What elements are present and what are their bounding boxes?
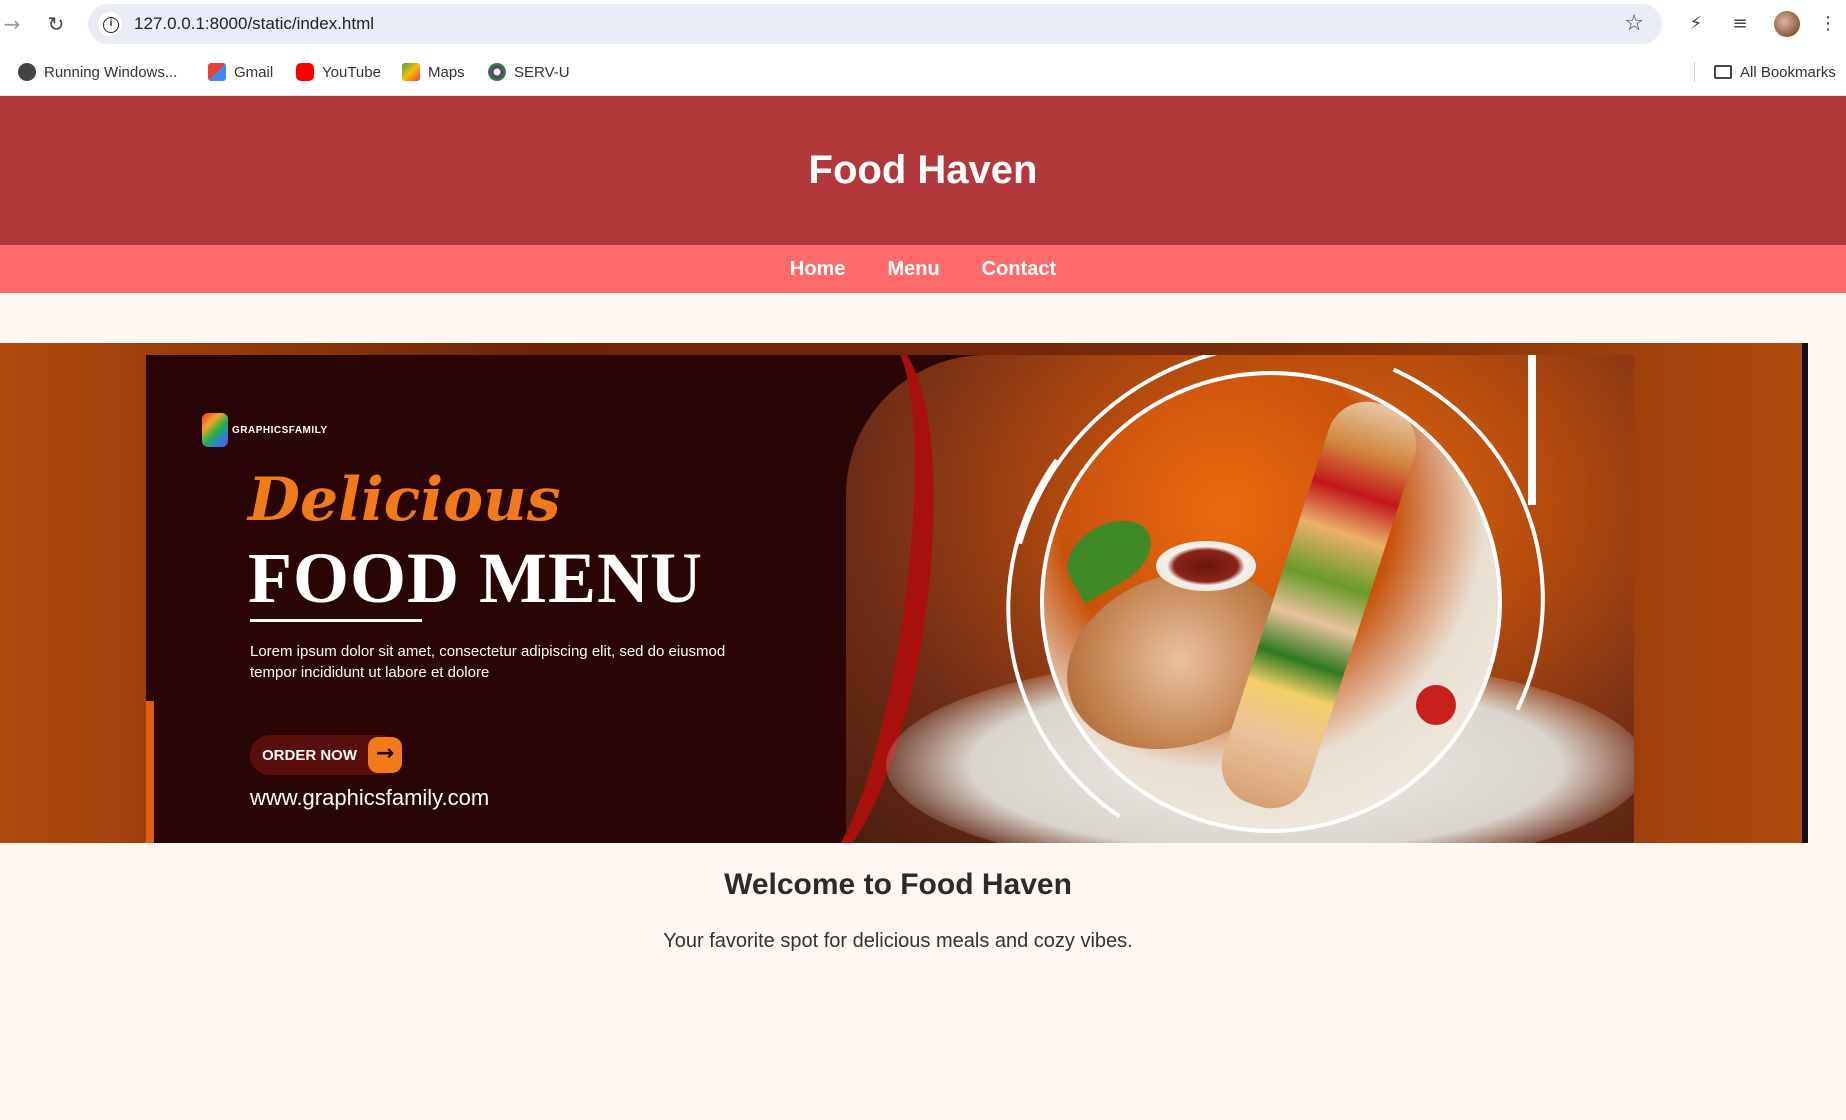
- nav-contact[interactable]: Contact: [982, 258, 1056, 281]
- bookmark-label: SERV-U: [514, 63, 570, 81]
- bookmarks-bar: Running Windows... Gmail YouTube Maps SE…: [0, 48, 1846, 96]
- banner-white-bar: [1528, 355, 1536, 505]
- bookmark-maps[interactable]: Maps: [402, 60, 465, 84]
- maps-icon: [402, 63, 420, 81]
- folder-icon: [1714, 65, 1732, 79]
- site-title: Food Haven: [808, 148, 1038, 192]
- tomato: [1416, 685, 1456, 725]
- reload-icon[interactable]: ↻: [44, 12, 68, 36]
- kebab-menu-icon[interactable]: ⋮: [1816, 12, 1840, 36]
- bookmark-running-windows[interactable]: Running Windows...: [18, 60, 177, 84]
- logo-text: GRAPHICSFAMILY: [232, 424, 328, 436]
- nav-home[interactable]: Home: [790, 258, 846, 281]
- logo-mark-icon: [202, 413, 228, 447]
- welcome-heading: Welcome to Food Haven: [724, 868, 1072, 901]
- gmail-icon: [208, 63, 226, 81]
- bookmark-label: Gmail: [234, 63, 274, 81]
- back-arrow-icon[interactable]: →: [0, 12, 24, 36]
- welcome-text: Your favorite spot for delicious meals a…: [663, 930, 1133, 952]
- banner-lorem-text: Lorem ipsum dolor sit amet, consectetur …: [250, 643, 726, 681]
- url-text[interactable]: 127.0.0.1:8000/static/index.html: [134, 14, 374, 34]
- browser-toolbar: → ↻ 127.0.0.1:8000/static/index.html ☆ ⚡…: [0, 0, 1846, 48]
- sauce-bowl: [1156, 541, 1256, 591]
- bookmarks-divider: [1694, 62, 1695, 82]
- youtube-icon: [296, 63, 314, 81]
- all-bookmarks[interactable]: All Bookmarks: [1714, 60, 1836, 84]
- address-bar[interactable]: 127.0.0.1:8000/static/index.html ☆: [88, 4, 1662, 44]
- banner-website: www.graphicsfamily.com: [250, 785, 490, 810]
- all-bookmarks-label: All Bookmarks: [1740, 63, 1836, 81]
- avatar[interactable]: [1774, 11, 1800, 37]
- info-icon[interactable]: [98, 12, 122, 36]
- banner-script-word: Delicious: [248, 465, 561, 535]
- extension-icon[interactable]: ⚡: [1684, 12, 1708, 36]
- nav-menu[interactable]: Menu: [887, 258, 939, 281]
- bookmark-serv-u[interactable]: SERV-U: [488, 60, 570, 84]
- banner-order-now: ORDER NOW →: [250, 735, 402, 775]
- bookmark-label: YouTube: [322, 63, 381, 81]
- banner-edge: [1802, 343, 1808, 843]
- banner-artwork: GRAPHICSFAMILY Delicious FOOD MENU Lorem…: [146, 355, 1634, 843]
- bookmark-youtube[interactable]: YouTube: [296, 60, 381, 84]
- graphicsfamily-logo: GRAPHICSFAMILY: [202, 413, 328, 447]
- hero-banner-image: GRAPHICSFAMILY Delicious FOOD MENU Lorem…: [0, 343, 1808, 843]
- site-header: Food Haven: [0, 96, 1846, 245]
- bookmark-label: Running Windows...: [44, 63, 178, 81]
- star-icon[interactable]: ☆: [1624, 11, 1644, 36]
- globe-icon: [18, 63, 36, 81]
- dish-photo-circle: [1040, 371, 1502, 833]
- banner-headline: FOOD MENU: [248, 538, 703, 618]
- banner-rule: [250, 619, 422, 622]
- media-control-icon[interactable]: ≡: [1728, 12, 1752, 36]
- serv-u-icon: [488, 63, 506, 81]
- order-now-label: ORDER NOW: [262, 746, 357, 764]
- site-nav: Home Menu Contact: [0, 245, 1846, 293]
- arrow-right-icon: →: [368, 737, 402, 773]
- bookmark-gmail[interactable]: Gmail: [208, 60, 273, 84]
- banner-orange-bar: [146, 701, 154, 843]
- bookmark-label: Maps: [428, 63, 465, 81]
